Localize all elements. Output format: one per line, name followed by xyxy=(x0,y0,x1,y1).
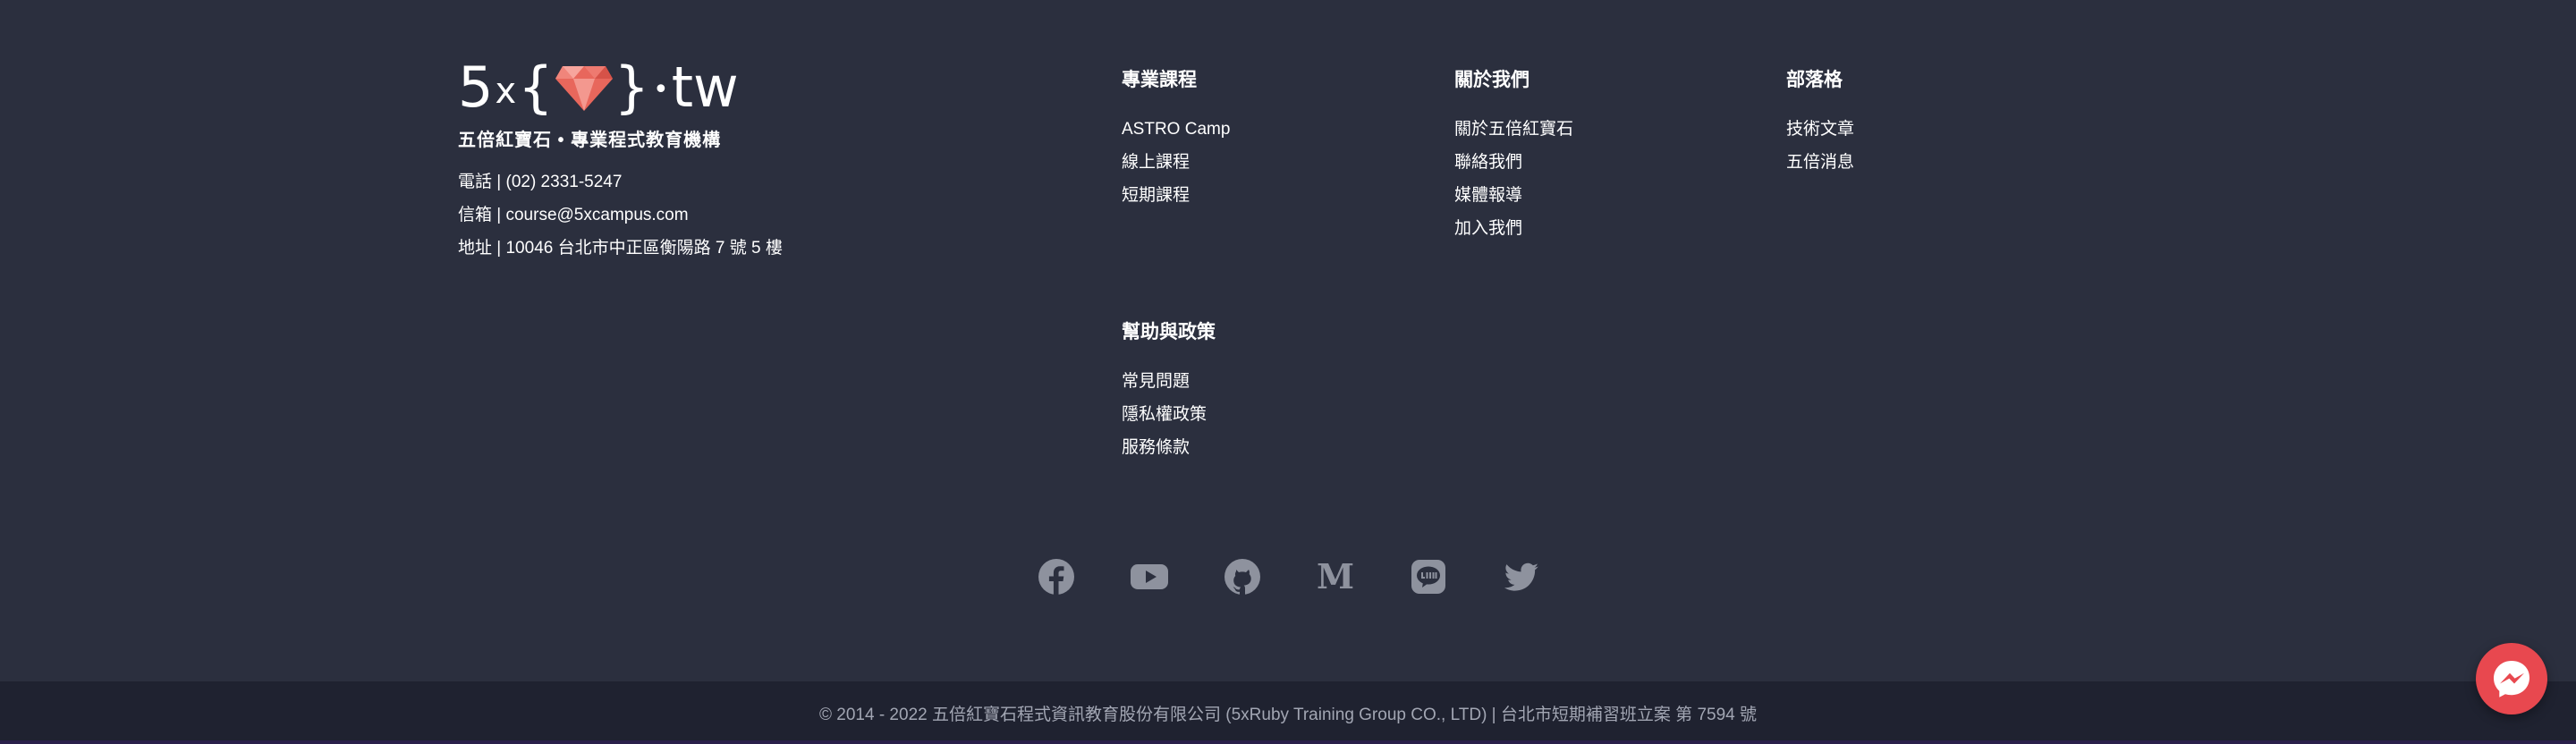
logo-tw: tw xyxy=(671,55,739,120)
link-privacy-policy[interactable]: 隱私權政策 xyxy=(1122,398,1390,431)
messenger-chat-button[interactable] xyxy=(2476,643,2547,714)
column-title-about: 關於我們 xyxy=(1454,70,1530,90)
column-title-blog: 部落格 xyxy=(1786,70,1843,90)
copyright-text: © 2014 - 2022 五倍紅寶石程式資訊教育股份有限公司 (5xRuby … xyxy=(819,705,1757,724)
link-about-5xruby[interactable]: 關於五倍紅寶石 xyxy=(1454,113,1723,146)
logo[interactable]: 5 x { } • tw xyxy=(458,59,834,116)
footer-column-courses: 專業課程 ASTRO Camp 線上課程 短期課程 xyxy=(1122,68,1390,212)
logo-five: 5 xyxy=(458,55,494,120)
link-join-us[interactable]: 加入我們 xyxy=(1454,212,1723,245)
contact-address: 地址 | 10046 台北市中正區衡陽路 7 號 5 樓 xyxy=(458,239,783,258)
link-online-courses[interactable]: 線上課程 xyxy=(1122,146,1390,179)
contact-email: 信箱 | course@5xcampus.com xyxy=(458,206,689,224)
column-title-courses: 專業課程 xyxy=(1122,70,1197,90)
logo-x: x xyxy=(495,71,517,112)
youtube-icon[interactable] xyxy=(1131,558,1168,596)
link-contact-us[interactable]: 聯絡我們 xyxy=(1454,146,1723,179)
link-terms-of-service[interactable]: 服務條款 xyxy=(1122,431,1390,464)
link-astro-camp[interactable]: ASTRO Camp xyxy=(1122,113,1390,146)
footer-page: 5 x { } • tw 五倍紅寶石 • 專業程式教育機構 電話 | (02) … xyxy=(0,0,2576,744)
github-icon[interactable] xyxy=(1224,558,1261,596)
link-tech-articles[interactable]: 技術文章 xyxy=(1786,113,2055,146)
logo-dot: • xyxy=(653,73,669,106)
medium-icon[interactable]: M xyxy=(1317,558,1354,596)
ruby-icon xyxy=(555,66,613,111)
column-title-help: 幫助與政策 xyxy=(1122,322,1216,342)
logo-brace-close: } xyxy=(614,55,650,120)
brand-block: 5 x { } • tw 五倍紅寶石 • 專業程式教育機構 電話 | (02) … xyxy=(458,59,834,265)
line-icon[interactable] xyxy=(1410,558,1447,596)
bottom-edge-divider xyxy=(0,740,2576,744)
link-short-courses[interactable]: 短期課程 xyxy=(1122,179,1390,212)
copyright-bar: © 2014 - 2022 五倍紅寶石程式資訊教育股份有限公司 (5xRuby … xyxy=(0,681,2576,744)
facebook-icon[interactable] xyxy=(1038,558,1075,596)
brand-tagline: 五倍紅寶石 • 專業程式教育機構 xyxy=(458,131,722,150)
messenger-icon xyxy=(2494,661,2529,698)
footer-column-about: 關於我們 關於五倍紅寶石 聯絡我們 媒體報導 加入我們 xyxy=(1454,68,1723,245)
svg-text:M: M xyxy=(1317,558,1354,596)
link-media-coverage[interactable]: 媒體報導 xyxy=(1454,179,1723,212)
social-links: M xyxy=(1038,558,1540,596)
twitter-icon[interactable] xyxy=(1503,558,1540,596)
link-faq[interactable]: 常見問題 xyxy=(1122,365,1390,398)
logo-brace-open: { xyxy=(518,55,554,120)
contact-info: 電話 | (02) 2331-5247 信箱 | course@5xcampus… xyxy=(458,165,834,265)
footer-column-blog: 部落格 技術文章 五倍消息 xyxy=(1786,68,2055,179)
contact-phone: 電話 | (02) 2331-5247 xyxy=(458,173,623,191)
footer-column-help: 幫助與政策 常見問題 隱私權政策 服務條款 xyxy=(1122,320,1390,464)
link-news[interactable]: 五倍消息 xyxy=(1786,146,2055,179)
